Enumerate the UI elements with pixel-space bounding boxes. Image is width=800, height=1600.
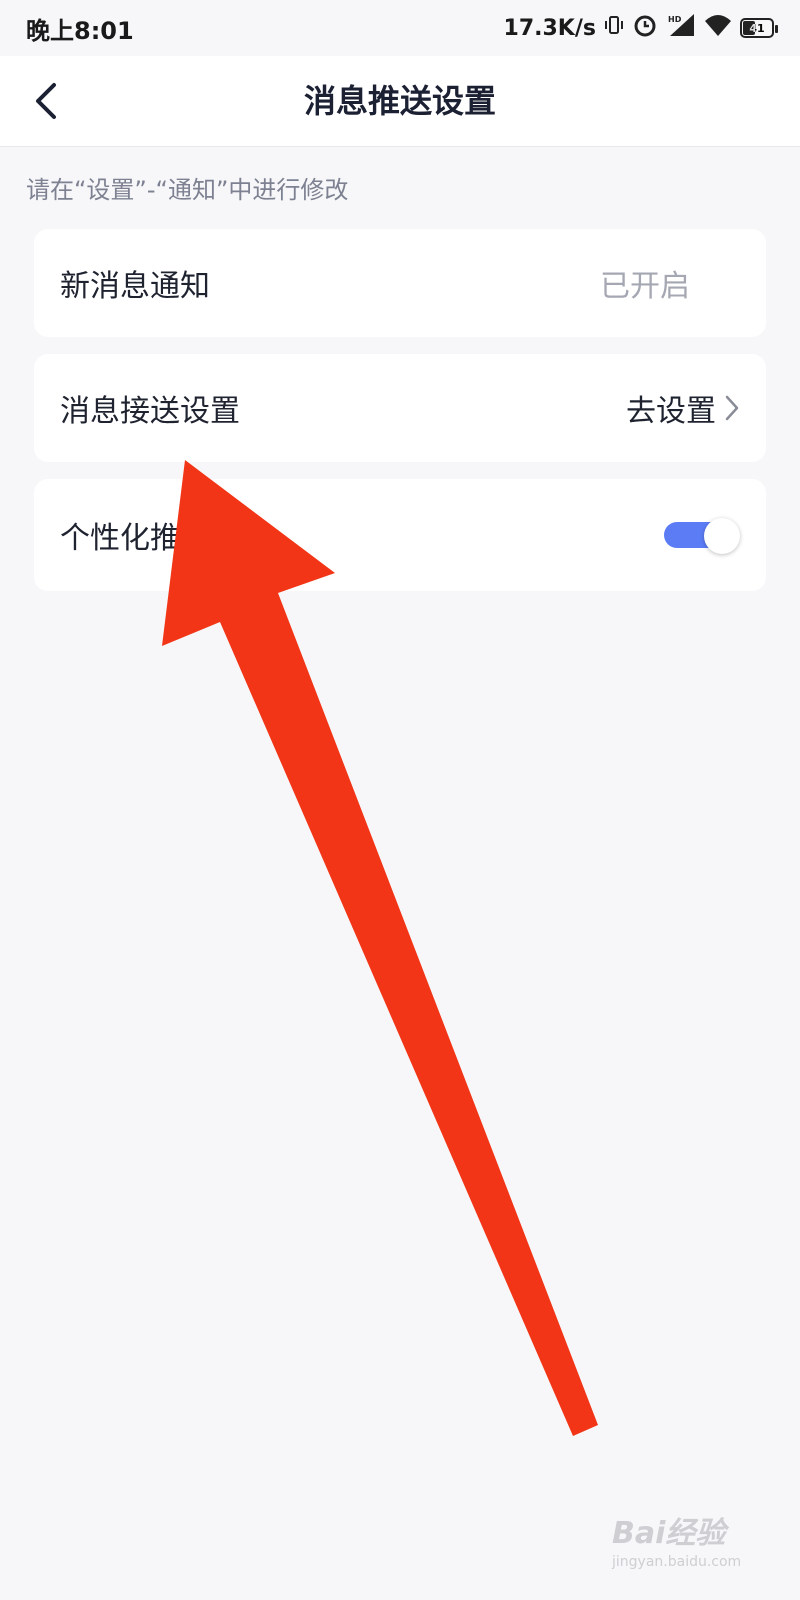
watermark-site: jingyan.baidu.com xyxy=(612,1554,742,1570)
network-speed: 17.3K/s xyxy=(503,15,596,41)
vibrate-icon xyxy=(604,14,624,42)
alarm-icon xyxy=(632,12,658,44)
status-icons: 17.3K/s HD 41 xyxy=(503,12,778,44)
go-settings-button[interactable]: 去设置 xyxy=(626,386,740,430)
personalized-push-toggle[interactable] xyxy=(664,518,740,554)
navigation-bar: 消息推送设置 xyxy=(0,56,800,147)
svg-text:HD: HD xyxy=(668,15,682,24)
status-time: 晚上8:01 xyxy=(26,16,134,45)
battery-icon: 41 xyxy=(740,18,778,38)
watermark: Bai经验 jingyan.baidu.com xyxy=(612,1508,762,1588)
back-button[interactable] xyxy=(18,72,76,130)
new-message-notification-status: 已开启 xyxy=(600,269,690,304)
message-receiving-settings-row[interactable]: 消息接送设置 去设置 xyxy=(34,354,766,462)
status-bar: 晚上8:01 17.3K/s HD 41 xyxy=(0,0,800,56)
page-title: 消息推送设置 xyxy=(303,82,496,120)
chevron-right-icon xyxy=(725,395,739,421)
go-settings-label: 去设置 xyxy=(626,394,716,429)
new-message-notification-row: 新消息通知 已开启 xyxy=(34,229,766,337)
wifi-icon xyxy=(704,13,732,43)
watermark-brand: Bai经验 xyxy=(612,1516,726,1551)
toggle-knob xyxy=(704,518,740,554)
annotation-arrow-shape xyxy=(162,460,598,1436)
hd-signal-icon: HD xyxy=(666,12,696,44)
message-receiving-settings-label: 消息接送设置 xyxy=(60,394,240,429)
settings-hint: 请在“设置”-“通知”中进行修改 xyxy=(26,176,349,204)
personalized-push-label: 个性化推 xyxy=(60,521,180,556)
new-message-notification-label: 新消息通知 xyxy=(60,269,210,304)
personalized-push-row: 个性化推 xyxy=(34,479,766,591)
battery-level: 41 xyxy=(749,21,765,35)
chevron-left-icon xyxy=(36,83,56,119)
